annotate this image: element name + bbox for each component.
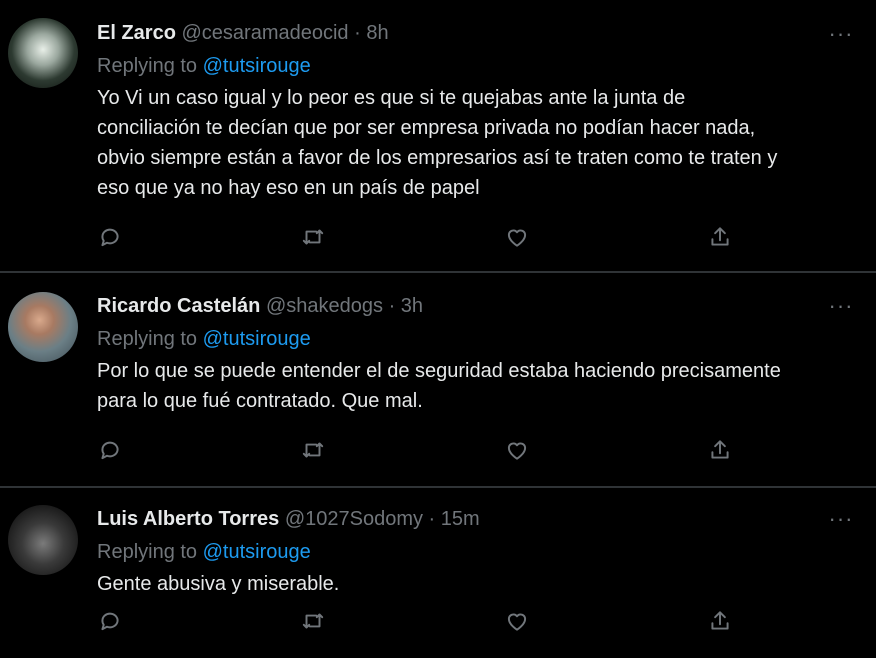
tweet-header: Luis Alberto Torres @1027Sodomy · 15m	[97, 505, 856, 533]
replying-to: Replying to @tutsirouge	[97, 325, 856, 353]
tweet-text-line: Por lo que se puede entender el de segur…	[97, 360, 781, 382]
avatar[interactable]	[8, 505, 78, 575]
tweet[interactable]: ··· Ricardo Castelán @shakedogs · 3h Rep…	[0, 273, 876, 486]
display-name[interactable]: Ricardo Castelán	[97, 295, 260, 317]
separator-dot: ·	[354, 22, 361, 44]
replying-to-label: Replying to	[97, 541, 198, 563]
tweet-text: Yo Vi un caso igual y lo peor es que si …	[97, 83, 856, 203]
timestamp[interactable]: 8h	[366, 22, 388, 44]
replying-to: Replying to @tutsirouge	[97, 538, 856, 566]
display-name[interactable]: Luis Alberto Torres	[97, 508, 279, 530]
share-icon[interactable]	[707, 224, 737, 254]
replying-to-label: Replying to	[97, 55, 198, 77]
like-icon[interactable]	[504, 437, 534, 467]
action-bar	[97, 437, 737, 467]
reply-icon[interactable]	[97, 608, 127, 638]
tweet-text-line: Gente abusiva y miserable.	[97, 573, 340, 595]
tweet-text-line: conciliación te decían que por ser empre…	[97, 117, 756, 139]
tweet-text: Gente abusiva y miserable.	[97, 569, 856, 599]
reply-icon[interactable]	[97, 224, 127, 254]
action-bar	[97, 608, 737, 638]
share-icon[interactable]	[707, 437, 737, 467]
timestamp[interactable]: 15m	[441, 508, 480, 530]
action-bar	[97, 224, 737, 254]
avatar[interactable]	[8, 18, 78, 88]
mention-link[interactable]: @tutsirouge	[203, 55, 311, 77]
replying-to-label: Replying to	[97, 328, 198, 350]
tweet-header: El Zarco @cesaramadeocid · 8h	[97, 19, 856, 47]
retweet-icon[interactable]	[300, 437, 330, 467]
user-handle[interactable]: @1027Sodomy	[285, 508, 423, 530]
mention-link[interactable]: @tutsirouge	[203, 328, 311, 350]
display-name[interactable]: El Zarco	[97, 22, 176, 44]
user-handle[interactable]: @cesaramadeocid	[181, 22, 348, 44]
retweet-icon[interactable]	[300, 608, 330, 638]
tweet-text-line: Yo Vi un caso igual y lo peor es que si …	[97, 87, 686, 109]
tweet-text-line: eso que ya no hay eso en un país de pape…	[97, 177, 480, 199]
share-icon[interactable]	[707, 608, 737, 638]
reply-icon[interactable]	[97, 437, 127, 467]
retweet-icon[interactable]	[300, 224, 330, 254]
tweet-text-line: obvio siempre están a favor de los empre…	[97, 147, 778, 169]
like-icon[interactable]	[504, 608, 534, 638]
tweet-header: Ricardo Castelán @shakedogs · 3h	[97, 292, 856, 320]
tweet[interactable]: ··· Luis Alberto Torres @1027Sodomy · 15…	[0, 488, 876, 658]
tweet[interactable]: ··· El Zarco @cesaramadeocid · 8h Replyi…	[0, 0, 876, 271]
user-handle[interactable]: @shakedogs	[266, 295, 383, 317]
like-icon[interactable]	[504, 224, 534, 254]
timestamp[interactable]: 3h	[401, 295, 423, 317]
avatar[interactable]	[8, 292, 78, 362]
tweet-text: Por lo que se puede entender el de segur…	[97, 356, 856, 416]
mention-link[interactable]: @tutsirouge	[203, 541, 311, 563]
separator-dot: ·	[388, 295, 396, 317]
replying-to: Replying to @tutsirouge	[97, 52, 856, 80]
tweet-text-line: para lo que fué contratado. Que mal.	[97, 390, 423, 412]
separator-dot: ·	[428, 508, 436, 530]
